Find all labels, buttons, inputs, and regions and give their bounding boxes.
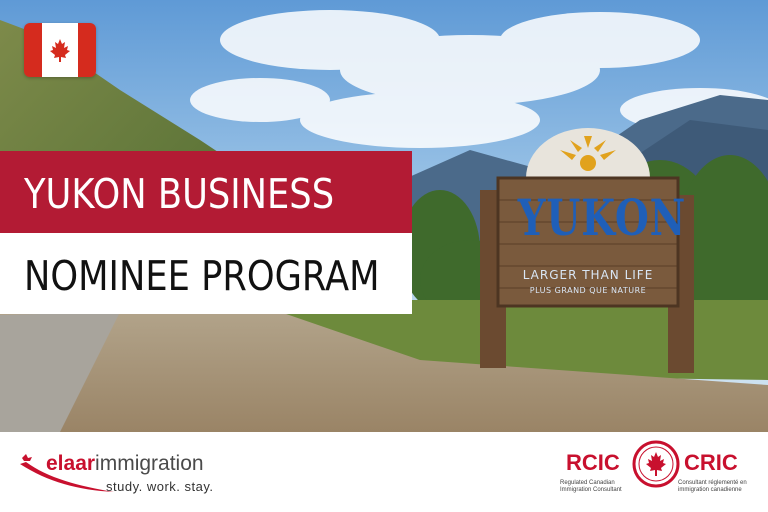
sign-main-text: YUKON [517,188,687,247]
footer: elaarimmigration study. work. stay. RCIC… [0,432,768,512]
hero-image: YUKON LARGER THAN LIFE PLUS GRAND QUE NA… [0,0,768,432]
brand-name-part1: elaar [46,452,96,475]
sign-line1: LARGER THAN LIFE [522,268,654,282]
elaar-immigration-logo[interactable]: elaarimmigration study. work. stay. [18,452,238,497]
sign-line2: PLUS GRAND QUE NATURE [529,286,647,295]
canada-flag-icon [24,23,96,77]
program-title: YUKON BUSINESS NOMINEE PROGRAM [0,151,412,314]
title-line2: NOMINEE PROGRAM [24,252,380,300]
brand-name: elaarimmigration [46,452,204,476]
maple-leaf-icon [50,39,70,62]
cric-subtitle: Consultant réglementé en immigration can… [678,480,747,493]
rcic-subtitle: Regulated Canadian Immigration Consultan… [560,480,622,493]
rcic-label: RCIC [566,450,620,475]
cric-label: CRIC [684,450,738,475]
yukon-sign-text: YUKON LARGER THAN LIFE PLUS GRAND QUE NA… [498,182,687,302]
brand-tagline: study. work. stay. [106,479,214,494]
title-line1: YUKON BUSINESS [24,170,335,218]
rcic-seal-icon [632,440,680,488]
brand-name-part2: immigration [95,452,204,475]
rcic-cric-badge: RCIC CRIC Regulated Canadian Immigration… [560,440,750,504]
